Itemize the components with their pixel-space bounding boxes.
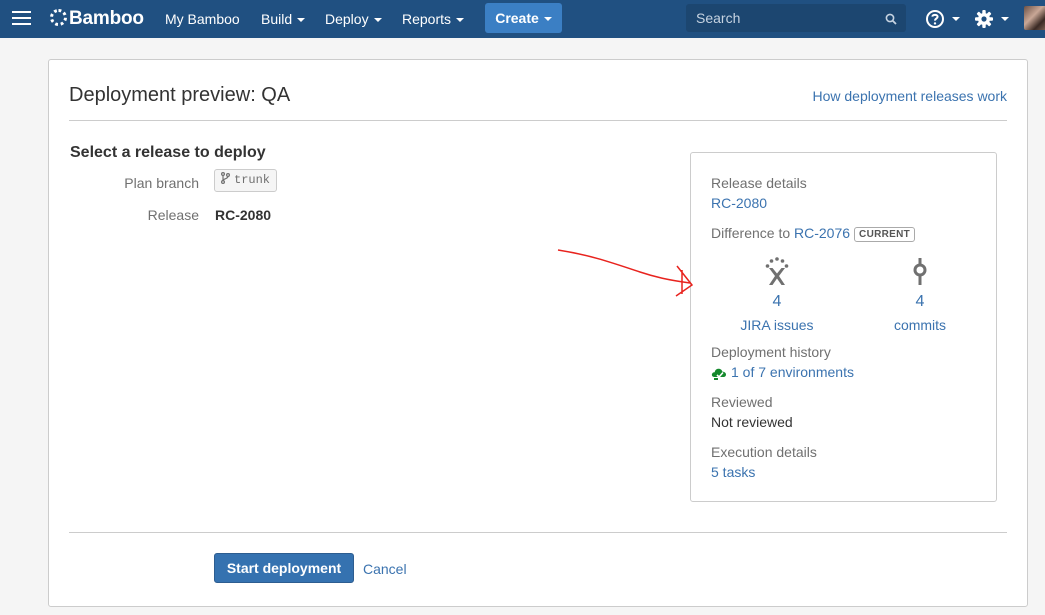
chevron-down-icon[interactable] <box>1001 17 1009 21</box>
release-value: RC-2080 <box>215 207 272 223</box>
nav-build-menu[interactable]: Build <box>261 0 306 38</box>
divider <box>69 120 1007 121</box>
create-button-label: Create <box>495 10 539 26</box>
environments-icon <box>711 368 726 380</box>
chevron-down-icon <box>543 17 552 21</box>
jira-issues-label: JIRA issues <box>740 317 814 333</box>
commit-icon <box>913 258 927 285</box>
deployment-history-label: Deployment history <box>711 344 831 360</box>
search-box <box>686 4 906 32</box>
nav-label: My Bamboo <box>165 11 240 27</box>
gear-icon[interactable] <box>974 9 994 29</box>
deployment-history-value: 1 of 7 environments <box>731 364 854 380</box>
difference-release-link[interactable]: RC-2076 <box>794 225 850 241</box>
start-deployment-button[interactable]: Start deployment <box>214 553 354 583</box>
nav-label: Reports <box>402 11 452 27</box>
release-link[interactable]: RC-2080 <box>711 195 767 211</box>
create-button[interactable]: Create <box>485 3 562 33</box>
nav-label: Deploy <box>325 11 369 27</box>
menu-icon[interactable] <box>12 11 31 26</box>
bamboo-logo[interactable]: Bamboo <box>50 0 144 38</box>
how-deployment-releases-work-link[interactable]: How deployment releases work <box>812 88 1007 104</box>
release-details-label: Release details <box>711 175 807 191</box>
plan-branch-label: Plan branch <box>124 175 199 191</box>
bamboo-logo-icon <box>50 9 67 26</box>
plan-branch-selector[interactable]: trunk <box>214 169 278 192</box>
plan-branch-value: trunk <box>234 173 271 187</box>
section-heading: Select a release to deploy <box>70 144 266 161</box>
top-navigation-bar: Bamboo My Bamboo Build Deploy Reports Cr… <box>0 0 1045 38</box>
deployment-preview-panel: Deployment preview: QA How deployment re… <box>48 59 1028 607</box>
reviewed-value: Not reviewed <box>711 414 793 430</box>
divider <box>69 532 1007 533</box>
chevron-down-icon <box>297 18 306 22</box>
search-input[interactable] <box>686 4 876 32</box>
deployment-history-link[interactable]: 1 of 7 environments <box>711 364 854 380</box>
chevron-down-icon <box>456 18 465 22</box>
chevron-down-icon[interactable] <box>952 17 960 21</box>
jira-icon <box>765 257 789 285</box>
avatar[interactable] <box>1024 6 1045 30</box>
nav-my-bamboo[interactable]: My Bamboo <box>165 0 240 38</box>
cancel-link[interactable]: Cancel <box>363 561 407 577</box>
help-icon[interactable] <box>925 9 945 29</box>
release-label: Release <box>147 207 199 223</box>
difference-label: Difference to <box>711 225 791 241</box>
nav-reports-menu[interactable]: Reports <box>402 0 465 38</box>
difference-row: Difference to RC-2076 CURRENT <box>711 225 916 242</box>
branch-icon <box>221 172 230 185</box>
execution-tasks-link[interactable]: 5 tasks <box>711 464 755 480</box>
page-title: Deployment preview: QA <box>69 84 291 106</box>
search-icon[interactable] <box>885 13 897 25</box>
nav-label: Build <box>261 11 293 27</box>
reviewed-label: Reviewed <box>711 394 773 410</box>
commits-count: 4 <box>915 293 925 310</box>
chevron-down-icon <box>373 18 382 22</box>
commits-label: commits <box>893 317 947 333</box>
jira-issues-count: 4 <box>772 293 782 310</box>
nav-deploy-menu[interactable]: Deploy <box>325 0 382 38</box>
current-badge: CURRENT <box>854 227 916 242</box>
release-details-card: Release details RC-2080 Difference to RC… <box>690 152 997 502</box>
execution-details-label: Execution details <box>711 444 817 460</box>
